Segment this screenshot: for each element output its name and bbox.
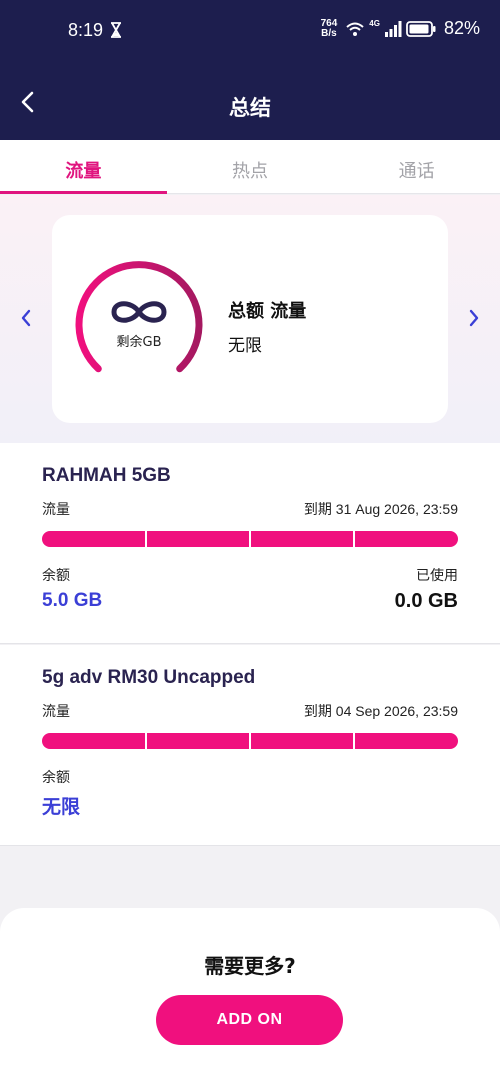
plan-expiry: 到期 04 Sep 2026, 23:59 xyxy=(303,703,458,719)
remaining-label: 余额 xyxy=(42,568,70,584)
tab-bar: 流量 热点 通话 xyxy=(0,140,500,194)
usage-bar xyxy=(42,531,458,547)
wifi-icon xyxy=(346,22,364,36)
remaining-label: 余额 xyxy=(42,770,70,786)
usage-gauge xyxy=(75,261,203,373)
used-value: 0.0 GB xyxy=(394,590,458,612)
total-data-title: 总额 流量 xyxy=(228,301,307,322)
summary-card: 剩余GB 总额 流量 无限 xyxy=(52,215,448,423)
battery-icon xyxy=(406,20,436,37)
signal-icon xyxy=(384,20,402,37)
plan-name: 5g adv RM30 Uncapped xyxy=(42,667,256,688)
add-on-button[interactable]: ADD ON xyxy=(156,995,343,1045)
add-on-sheet: 需要更多? ADD ON xyxy=(0,908,500,1083)
network-type: 4G xyxy=(369,19,380,28)
status-bar: 8:19 764 B/s 4G 82% xyxy=(0,0,500,62)
total-data-value: 无限 xyxy=(228,336,262,356)
bar-divider xyxy=(353,531,355,547)
plan-card: 5g adv RM30 Uncapped 流量 到期 04 Sep 2026, … xyxy=(0,645,500,846)
plan-type: 流量 xyxy=(42,502,70,518)
chevron-left-icon[interactable] xyxy=(18,307,34,329)
speed-unit: B/s xyxy=(321,27,337,39)
app-header: 总结 xyxy=(0,62,500,140)
tab-data[interactable]: 流量 xyxy=(0,140,167,194)
remaining-value: 5.0 GB xyxy=(42,590,103,611)
plan-card: RAHMAH 5GB 流量 到期 31 Aug 2026, 23:59 余额 已… xyxy=(0,443,500,644)
plan-name: RAHMAH 5GB xyxy=(42,465,171,486)
status-time: 8:19 xyxy=(68,20,104,40)
remaining-value: 无限 xyxy=(42,797,81,818)
bar-divider xyxy=(249,733,251,749)
status-icons: 764 B/s 4G 82% xyxy=(321,18,480,39)
page-title: 总结 xyxy=(229,96,271,120)
bar-divider xyxy=(145,531,147,547)
battery-percent: 82% xyxy=(443,18,480,38)
speed-value: 764 xyxy=(320,17,338,29)
bar-divider xyxy=(249,531,251,547)
used-label: 已使用 xyxy=(416,568,458,584)
bar-divider xyxy=(353,733,355,749)
usage-bar xyxy=(42,733,458,749)
plan-type: 流量 xyxy=(42,704,70,720)
plan-expiry: 到期 31 Aug 2026, 23:59 xyxy=(303,501,458,517)
tab-hotspot[interactable]: 热点 xyxy=(167,140,334,193)
infinity-icon xyxy=(111,301,167,323)
need-more-title: 需要更多? xyxy=(204,954,296,978)
gauge-label: 剩余GB xyxy=(116,335,162,350)
chevron-right-icon[interactable] xyxy=(466,307,482,329)
tab-calls[interactable]: 通话 xyxy=(333,140,500,193)
hourglass-icon xyxy=(111,22,121,38)
network-speed: 764 B/s xyxy=(320,17,338,39)
bar-divider xyxy=(145,733,147,749)
summary-carousel: 剩余GB 总额 流量 无限 xyxy=(0,195,500,443)
